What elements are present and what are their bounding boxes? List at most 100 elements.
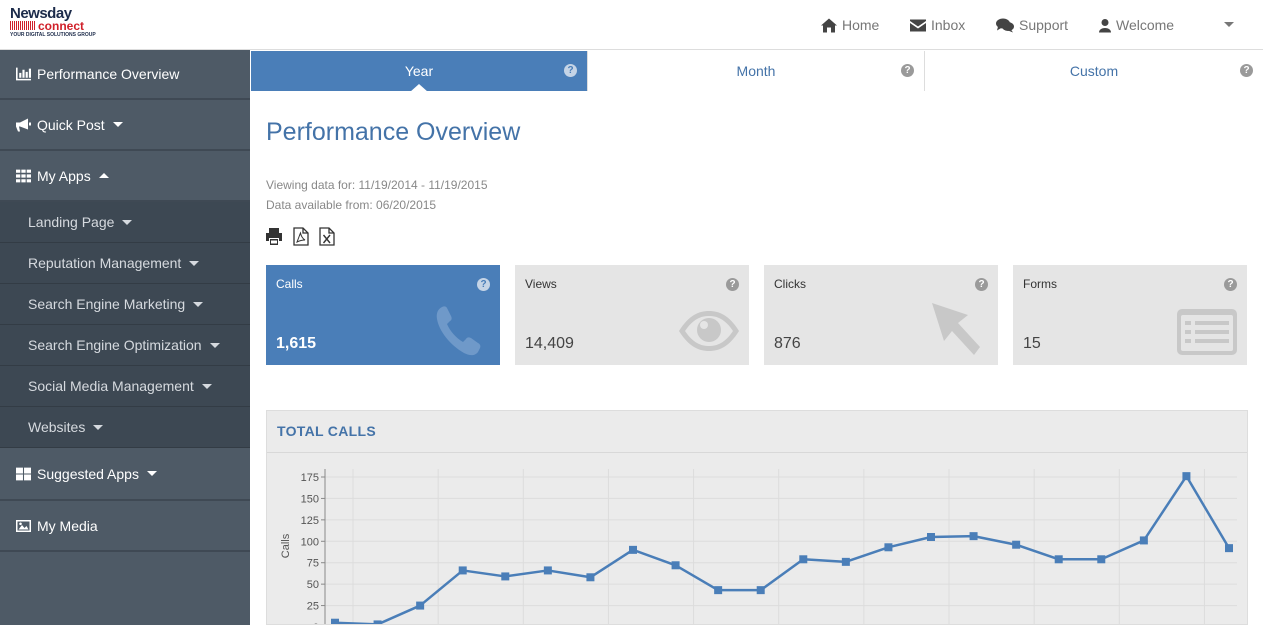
tiles-icon — [16, 467, 31, 480]
newsday-connect-logo[interactable]: Newsday connect YOUR DIGITAL SOLUTIONS G… — [10, 6, 110, 42]
sidebar-subitem-search-engine-optimization[interactable]: Search Engine Optimization — [0, 325, 250, 366]
sidebar-subitem-label: Reputation Management — [28, 255, 182, 271]
data-point — [1097, 555, 1106, 564]
tab-month[interactable]: Month ? — [588, 51, 925, 91]
help-icon[interactable]: ? — [901, 64, 914, 77]
chevron-down-icon — [209, 342, 220, 348]
help-icon[interactable]: ? — [1224, 278, 1237, 291]
bar-chart-icon — [16, 67, 31, 81]
data-point — [714, 586, 723, 595]
sidebar-item-label: My Apps — [37, 167, 91, 184]
sidebar-item-performance-overview[interactable]: Performance Overview — [0, 50, 250, 100]
sidebar-subitem-search-engine-marketing[interactable]: Search Engine Marketing — [0, 284, 250, 325]
sidebar-item-my-media[interactable]: My Media — [0, 501, 250, 552]
data-point — [756, 586, 765, 595]
help-icon[interactable]: ? — [726, 278, 739, 291]
pdf-file-icon — [293, 227, 309, 246]
data-point — [884, 543, 893, 552]
chevron-down-icon — [189, 260, 200, 266]
phone-icon — [436, 306, 481, 356]
data-point — [331, 618, 339, 624]
grid-icon — [16, 169, 31, 182]
help-icon[interactable]: ? — [477, 278, 490, 291]
data-point — [969, 532, 978, 541]
y-tick-label: 50 — [307, 579, 319, 591]
stat-card-clicks[interactable]: Clicks ? 876 — [764, 265, 998, 365]
sidebar-subitem-social-media-management[interactable]: Social Media Management — [0, 366, 250, 407]
export-pdf-button[interactable] — [292, 227, 310, 246]
help-icon[interactable]: ? — [564, 64, 577, 77]
help-icon[interactable]: ? — [1240, 64, 1253, 77]
data-point — [1054, 555, 1063, 564]
chevron-down-icon — [122, 219, 133, 225]
nav-inbox[interactable]: Inbox — [910, 0, 965, 50]
account-dropdown-caret[interactable] — [1224, 22, 1234, 27]
chevron-down-icon — [201, 383, 212, 389]
stat-label: Calls — [276, 277, 303, 291]
y-tick-label: 100 — [301, 536, 319, 548]
printer-icon — [266, 228, 282, 245]
eye-icon — [679, 311, 739, 351]
tab-label: Custom — [1069, 63, 1119, 79]
data-point — [458, 566, 467, 575]
stat-card-views[interactable]: Views ? 14,409 — [515, 265, 749, 365]
nav-home[interactable]: Home — [821, 0, 879, 50]
y-tick-label: 75 — [307, 558, 319, 570]
sidebar-subitem-label: Landing Page — [28, 214, 115, 230]
sidebar: Performance Overview Quick Post My Apps … — [0, 50, 250, 625]
stat-value: 15 — [1023, 335, 1041, 352]
top-bar: Newsday connect YOUR DIGITAL SOLUTIONS G… — [0, 0, 1263, 50]
data-point — [841, 557, 850, 566]
viewing-date-range: Viewing data for: 11/19/2014 - 11/19/201… — [266, 178, 488, 192]
sidebar-item-my-apps[interactable]: My Apps — [0, 151, 250, 202]
stat-value: 1,615 — [276, 335, 317, 352]
export-excel-button[interactable] — [318, 227, 336, 246]
home-icon — [821, 18, 837, 32]
image-icon — [16, 519, 31, 532]
print-button[interactable] — [265, 227, 283, 246]
data-point — [1139, 536, 1148, 545]
y-tick-label: 150 — [301, 493, 319, 505]
page-title: Performance Overview — [266, 118, 521, 146]
nav-support-label: Support — [1019, 17, 1069, 33]
bullhorn-icon — [16, 118, 31, 131]
stat-label: Clicks — [774, 277, 806, 291]
chevron-down-icon — [193, 301, 204, 307]
sidebar-subitem-label: Websites — [28, 419, 86, 435]
tab-custom[interactable]: Custom ? — [925, 51, 1263, 91]
chevron-down-icon — [112, 122, 123, 127]
sidebar-item-suggested-apps[interactable]: Suggested Apps — [0, 448, 250, 501]
nav-inbox-label: Inbox — [931, 17, 966, 33]
stat-value: 14,409 — [525, 335, 574, 352]
data-point — [629, 545, 637, 554]
sidebar-item-label: Performance Overview — [37, 66, 180, 82]
tab-year[interactable]: Year ? — [251, 51, 588, 92]
chevron-down-icon — [93, 424, 104, 430]
data-point — [799, 555, 808, 564]
data-point — [543, 566, 552, 575]
stat-card-forms[interactable]: Forms ? 15 — [1013, 265, 1247, 365]
sidebar-subitem-landing-page[interactable]: Landing Page — [0, 202, 250, 243]
sidebar-subitem-websites[interactable]: Websites — [0, 407, 250, 448]
tab-label: Year — [404, 63, 434, 79]
envelope-icon — [910, 19, 926, 31]
chat-bubbles-icon — [996, 18, 1014, 32]
stat-value: 876 — [774, 335, 801, 352]
sidebar-item-label: My Media — [37, 517, 98, 534]
sidebar-subitem-label: Search Engine Marketing — [28, 296, 186, 312]
help-icon[interactable]: ? — [975, 278, 988, 291]
nav-support[interactable]: Support — [996, 0, 1068, 50]
chevron-up-icon — [98, 173, 109, 178]
data-point — [671, 561, 680, 570]
total-calls-chart: 0255075100125150175Calls — [280, 469, 1237, 624]
sidebar-subitem-reputation-management[interactable]: Reputation Management — [0, 243, 250, 284]
active-tab-indicator — [410, 84, 428, 92]
data-point — [416, 601, 425, 610]
sidebar-item-quick-post[interactable]: Quick Post — [0, 100, 250, 151]
y-tick-label: 25 — [307, 601, 319, 613]
stat-card-calls[interactable]: Calls ? 1,615 — [266, 265, 500, 365]
sidebar-item-label: Quick Post — [37, 116, 105, 133]
logo-barcode — [10, 21, 36, 30]
nav-welcome[interactable]: Welcome — [1099, 0, 1174, 50]
nav-home-label: Home — [842, 17, 880, 33]
